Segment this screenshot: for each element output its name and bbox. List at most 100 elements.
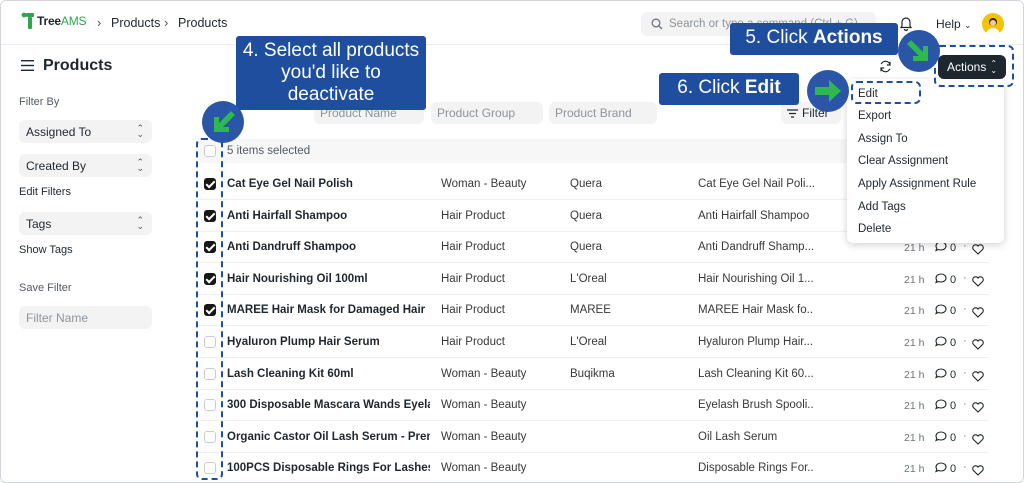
menu-item-add-tags[interactable]: Add Tags	[858, 201, 906, 213]
assigned-to-select[interactable]: Assigned To ⌃ ⌄	[19, 120, 152, 143]
menu-item-export[interactable]: Export	[858, 110, 891, 122]
comment-icon	[935, 273, 947, 287]
row-product-name[interactable]: Organic Castor Oil Lash Serum - Premium	[227, 431, 430, 443]
like-heart-icon[interactable]	[972, 274, 984, 292]
row-comments[interactable]: 0	[935, 273, 956, 287]
comment-count: 0	[950, 431, 957, 444]
row-product-group: Hair Product	[441, 272, 505, 285]
comment-icon	[935, 304, 947, 318]
row-product-name[interactable]: Cat Eye Gel Nail Polish	[227, 178, 430, 190]
product-brand-filter[interactable]: Product Brand	[549, 102, 657, 124]
search-icon	[651, 18, 663, 30]
filter-by-label: Filter By	[19, 96, 60, 108]
row-comments[interactable]: 0	[935, 431, 956, 445]
step6-bold: Edit	[744, 77, 781, 98]
like-heart-icon[interactable]	[972, 369, 984, 387]
row-product-brand: Quera	[570, 209, 602, 222]
like-heart-icon[interactable]	[972, 305, 984, 323]
avatar[interactable]	[982, 13, 1004, 35]
help-label: Help	[936, 17, 961, 31]
row-modified-time: 21 h	[904, 242, 925, 255]
breadcrumb-current[interactable]: Products	[178, 16, 227, 30]
tags-label: Tags	[26, 216, 52, 231]
chevron-right-icon: ›	[164, 15, 169, 30]
app-logo[interactable]: TreeAMS	[21, 12, 87, 30]
comment-icon	[935, 336, 947, 350]
like-heart-icon[interactable]	[972, 400, 984, 418]
hamburger-menu-icon[interactable]	[21, 60, 34, 71]
row-product-group: Hair Product	[441, 209, 505, 222]
row-product-name[interactable]: Anti Dandruff Shampoo	[227, 241, 430, 253]
row-comments[interactable]: 0	[935, 462, 956, 476]
product-group-filter[interactable]: Product Group	[431, 102, 543, 124]
separator-dot: ·	[963, 303, 967, 316]
row-product-description: MAREE Hair Mask fo...	[698, 304, 814, 317]
row-product-group: Woman - Beauty	[441, 367, 527, 380]
row-product-name[interactable]: Lash Cleaning Kit 60ml	[227, 368, 430, 380]
menu-item-delete[interactable]: Delete	[858, 223, 891, 235]
row-product-group: Woman - Beauty	[441, 462, 527, 475]
bell-icon[interactable]	[899, 15, 913, 31]
comment-icon	[935, 399, 947, 413]
checkbox-column-highlight	[196, 138, 223, 480]
row-product-brand: Quera	[570, 178, 602, 190]
row-product-group: Woman - Beauty	[441, 178, 527, 190]
edit-filters-link[interactable]: Edit Filters	[19, 186, 71, 198]
row-comments[interactable]: 0	[935, 399, 956, 413]
row-product-name[interactable]: Hair Nourishing Oil 100ml	[227, 273, 430, 285]
row-product-group: Hair Product	[441, 304, 505, 317]
comment-count: 0	[950, 242, 957, 255]
created-by-select[interactable]: Created By ⌃ ⌄	[19, 154, 152, 177]
refresh-icon[interactable]	[879, 60, 892, 73]
row-comments[interactable]: 0	[935, 336, 956, 350]
row-product-description: Hyaluron Plump Hair...	[698, 336, 814, 348]
like-heart-icon[interactable]	[972, 463, 984, 481]
row-modified-time: 21 h	[904, 273, 925, 286]
tree-logo-icon	[21, 12, 34, 29]
menu-item-clear-assignment[interactable]: Clear Assignment	[858, 155, 948, 167]
row-product-brand: Buqikma	[570, 367, 615, 380]
row-product-description: Disposable Rings For...	[698, 462, 814, 475]
save-filter-label: Save Filter	[19, 282, 72, 294]
comment-icon	[935, 368, 947, 382]
breadcrumb-products[interactable]: Products	[111, 16, 160, 30]
tutorial-callout-step4: 4. Select all products you'd like to dea…	[236, 36, 426, 110]
tags-select[interactable]: Tags ⌃ ⌄	[19, 212, 152, 235]
page-title: Products	[43, 57, 113, 74]
comment-count: 0	[950, 273, 957, 286]
row-modified-time: 21 h	[904, 337, 925, 349]
step5-prefix: 5. Click	[745, 27, 813, 48]
comment-icon	[935, 462, 947, 476]
row-product-group: Woman - Beauty	[441, 399, 527, 412]
row-product-name[interactable]: MAREE Hair Mask for Damaged Hair	[227, 304, 430, 316]
row-comments[interactable]: 0	[935, 304, 956, 318]
user-avatar-icon	[986, 18, 1000, 35]
show-tags-link[interactable]: Show Tags	[19, 244, 73, 256]
row-product-name[interactable]: 300 Disposable Mascara Wands Eyelash	[227, 399, 430, 411]
row-product-description: Lash Cleaning Kit 60...	[698, 367, 814, 380]
row-product-brand: L'Oreal	[570, 336, 607, 348]
chevron-up-down-icon: ⌃ ⌄	[136, 123, 144, 139]
comment-count: 0	[950, 305, 957, 318]
row-product-name[interactable]: Hyaluron Plump Hair Serum	[227, 336, 430, 348]
row-comments[interactable]: 0	[935, 368, 956, 382]
step4-arrow-badge	[202, 101, 244, 143]
row-product-name[interactable]: 100PCS Disposable Rings For Lashes Exten…	[227, 462, 430, 474]
like-heart-icon[interactable]	[972, 337, 984, 355]
like-heart-icon[interactable]	[972, 432, 984, 450]
separator-dot: ·	[963, 271, 967, 284]
comment-count: 0	[950, 368, 957, 381]
tutorial-callout-step5: 5. Click Actions	[730, 23, 898, 55]
menu-item-apply-assignment-rule[interactable]: Apply Assignment Rule	[858, 178, 976, 190]
separator-dot: ·	[963, 335, 967, 347]
menu-item-assign-to[interactable]: Assign To	[858, 133, 908, 145]
help-menu[interactable]: Help ⌄	[936, 17, 972, 31]
row-modified-time: 21 h	[904, 400, 925, 413]
filter-name-input[interactable]: Filter Name	[19, 306, 152, 329]
comment-icon	[935, 431, 947, 445]
chevron-right-icon: ›	[97, 15, 102, 30]
row-product-description: Hair Nourishing Oil 1...	[698, 272, 814, 285]
like-heart-icon[interactable]	[972, 242, 984, 260]
row-comments[interactable]: 0	[935, 241, 956, 255]
row-product-name[interactable]: Anti Hairfall Shampoo	[227, 210, 430, 222]
